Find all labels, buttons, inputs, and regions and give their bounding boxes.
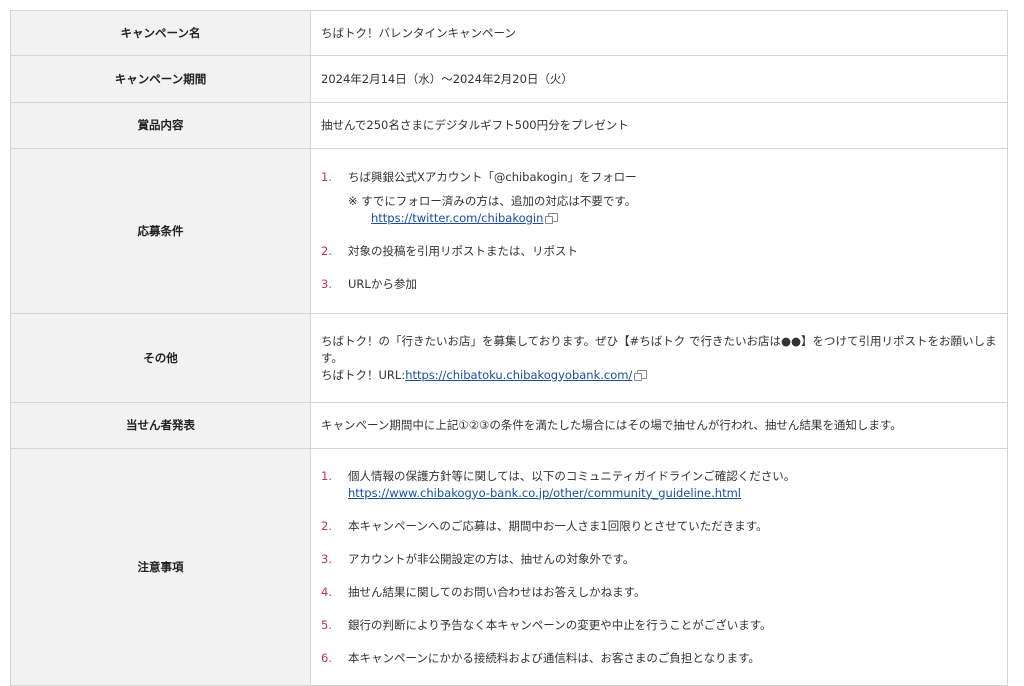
- label-prize: 賞品内容: [10, 102, 311, 149]
- label-campaign-period: キャンペーン期間: [10, 55, 311, 103]
- list-item: 4. 抽せん結果に関してのお問い合わせはお答えしかねます。: [321, 584, 997, 601]
- list-number: 3.: [321, 277, 332, 291]
- list-item: 3. URLから参加: [321, 276, 997, 293]
- url-prefix: ちばトク！URL:: [321, 367, 406, 382]
- value-conditions: 1. ちば興銀公式Xアカウント「@chibakogin」をフォロー ※ すでにフ…: [310, 148, 1008, 314]
- condition-text: URLから参加: [348, 277, 417, 291]
- other-url-line: ちばトク！URL:https://chibatoku.chibakogyoban…: [321, 367, 997, 384]
- list-item: 3. アカウントが非公開設定の方は、抽せんの対象外です。: [321, 551, 997, 568]
- chibatoku-link[interactable]: https://chibatoku.chibakogyobank.com/: [405, 368, 632, 382]
- twitter-link[interactable]: https://twitter.com/chibakogin: [371, 211, 543, 225]
- list-item: 6. 本キャンペーンにかかる接続料および通信料は、お客さまのご負担となります。: [321, 650, 997, 667]
- list-number: 5.: [321, 617, 332, 632]
- row-conditions: 応募条件 1. ちば興銀公式Xアカウント「@chibakogin」をフォロー ※…: [10, 148, 1008, 314]
- condition-text: 対象の投稿を引用リポストまたは、リポスト: [348, 244, 578, 258]
- list-number: 6.: [321, 650, 332, 665]
- row-campaign-name: キャンペーン名 ちばトク！バレンタインキャンペーン: [10, 10, 1008, 56]
- external-link-icon: [634, 369, 648, 381]
- condition-text: ちば興銀公式Xアカウント「@chibakogin」をフォロー: [348, 170, 637, 184]
- list-number: 4.: [321, 584, 332, 599]
- value-prize: 抽せんで250名さまにデジタルギフト500円分をプレゼント: [310, 102, 1008, 149]
- notes-list: 1. 個人情報の保護方針等に関しては、以下のコミュニティガイドラインご確認くださ…: [321, 468, 997, 667]
- list-item: 2. 本キャンペーンへのご応募は、期間中お一人さま1回限りとさせていただきます。: [321, 518, 997, 535]
- list-item: 2. 対象の投稿を引用リポストまたは、リポスト: [321, 243, 997, 260]
- note-text: 本キャンペーンへのご応募は、期間中お一人さま1回限りとさせていただきます。: [348, 518, 768, 533]
- value-other: ちばトク！の「行きたいお店」を募集しております。ぜひ【#ちばトク で行きたいお店…: [310, 313, 1008, 403]
- other-text: ちばトク！の「行きたいお店」を募集しております。ぜひ【#ちばトク で行きたいお店…: [321, 333, 997, 365]
- twitter-link-wrap: https://twitter.com/chibakogin: [348, 210, 997, 227]
- value-campaign-name: ちばトク！バレンタインキャンペーン: [310, 10, 1008, 56]
- note-text: 本キャンペーンにかかる接続料および通信料は、お客さまのご負担となります。: [348, 650, 760, 665]
- list-item: 1. 個人情報の保護方針等に関しては、以下のコミュニティガイドラインご確認くださ…: [321, 468, 997, 502]
- note-text: 個人情報の保護方針等に関しては、以下のコミュニティガイドラインご確認ください。: [348, 468, 796, 483]
- label-campaign-name: キャンペーン名: [10, 10, 311, 56]
- campaign-table: キャンペーン名 ちばトク！バレンタインキャンペーン キャンペーン期間 2024年…: [10, 10, 1008, 686]
- value-announce: キャンペーン期間中に上記①②③の条件を満たした場合にはその場で抽せんが行われ、抽…: [310, 402, 1008, 449]
- row-prize: 賞品内容 抽せんで250名さまにデジタルギフト500円分をプレゼント: [10, 102, 1008, 149]
- list-number: 2.: [321, 244, 332, 258]
- external-link-icon: [545, 213, 559, 224]
- list-number: 3.: [321, 551, 332, 566]
- note-text: 銀行の判断により予告なく本キャンペーンの変更や中止を行うことがございます。: [348, 617, 772, 632]
- row-notes: 注意事項 1. 個人情報の保護方針等に関しては、以下のコミュニティガイドラインご…: [10, 448, 1008, 686]
- label-announce: 当せん者発表: [10, 402, 311, 449]
- note-text: アカウントが非公開設定の方は、抽せんの対象外です。: [348, 551, 635, 566]
- row-announce: 当せん者発表 キャンペーン期間中に上記①②③の条件を満たした場合にはその場で抽せ…: [10, 402, 1008, 449]
- note-text: 抽せん結果に関してのお問い合わせはお答えしかねます。: [348, 584, 646, 599]
- list-number: 1.: [321, 170, 332, 184]
- row-campaign-period: キャンペーン期間 2024年2月14日（水）～2024年2月20日（火）: [10, 55, 1008, 103]
- value-campaign-period: 2024年2月14日（水）～2024年2月20日（火）: [310, 55, 1008, 103]
- list-item: 1. ちば興銀公式Xアカウント「@chibakogin」をフォロー ※ すでにフ…: [321, 169, 997, 227]
- guideline-link[interactable]: https://www.chibakogyo-bank.co.jp/other/…: [348, 486, 741, 500]
- label-conditions: 応募条件: [10, 148, 311, 314]
- value-notes: 1. 個人情報の保護方針等に関しては、以下のコミュニティガイドラインご確認くださ…: [310, 448, 1008, 686]
- list-number: 1.: [321, 468, 332, 483]
- conditions-list: 1. ちば興銀公式Xアカウント「@chibakogin」をフォロー ※ すでにフ…: [321, 169, 997, 293]
- label-other: その他: [10, 313, 311, 403]
- follow-note: ※ すでにフォロー済みの方は、追加の対応は不要です。: [348, 194, 637, 208]
- row-other: その他 ちばトク！の「行きたいお店」を募集しております。ぜひ【#ちばトク で行き…: [10, 313, 1008, 403]
- label-notes: 注意事項: [10, 448, 311, 686]
- list-item: 5. 銀行の判断により予告なく本キャンペーンの変更や中止を行うことがございます。: [321, 617, 997, 634]
- list-number: 2.: [321, 518, 332, 533]
